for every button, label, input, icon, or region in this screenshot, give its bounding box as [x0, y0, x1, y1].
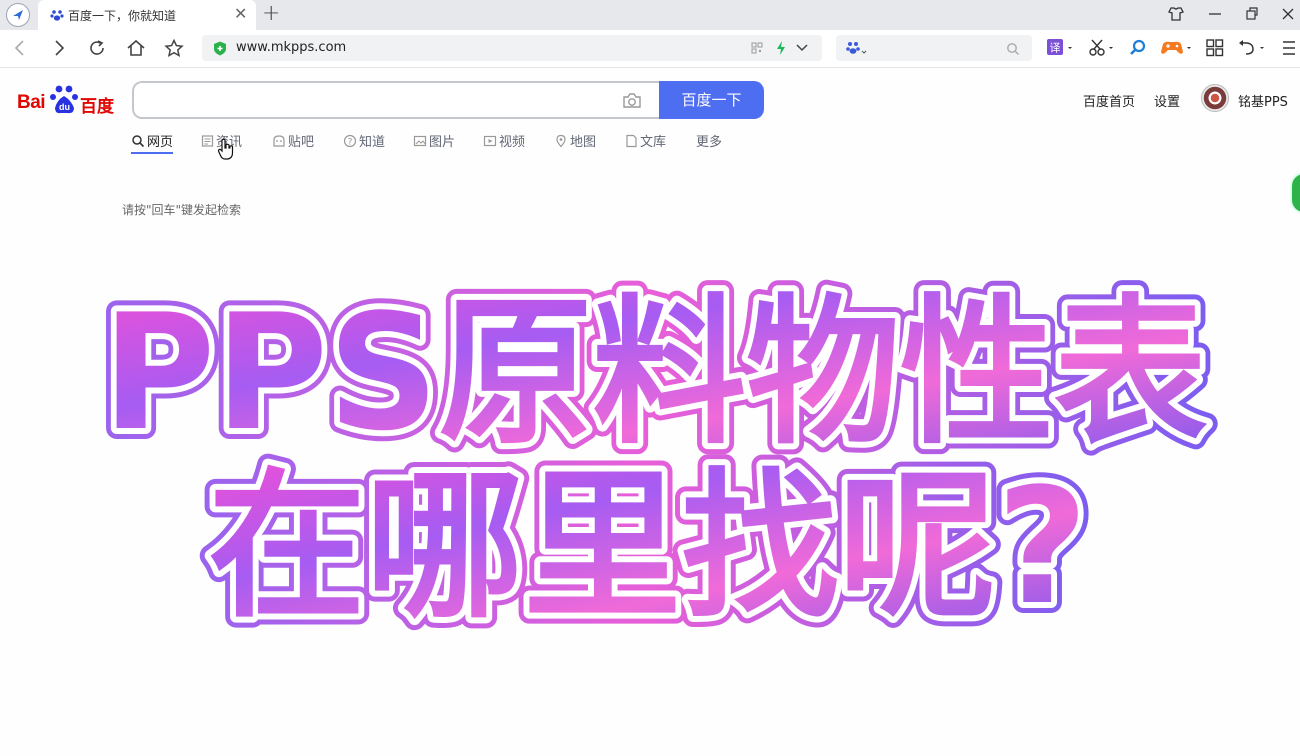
- title-line1: PPS原料物性表: [103, 279, 1208, 466]
- overlay-title: PPS原料物性表 PPS原料物性表 PPS原料物性表 在哪里找呢? 在哪里找呢?…: [92, 268, 1219, 651]
- title-line2: 在哪里找呢?: [208, 453, 1088, 640]
